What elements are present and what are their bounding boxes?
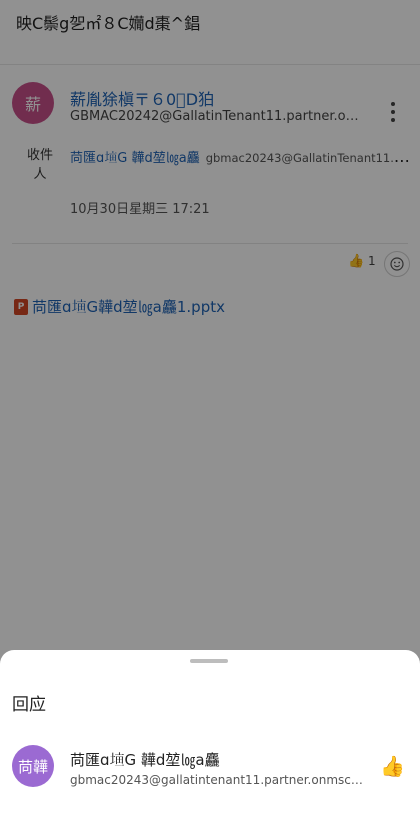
sheet-drag-handle[interactable]	[190, 659, 228, 663]
reactor-email: gbmac20243@gallatintenant11.partner.onms…	[70, 773, 366, 787]
thumbs-up-icon: 👍	[380, 754, 405, 778]
sheet-title: 回应	[12, 695, 46, 715]
reactions-bottom-sheet: 回应 苘韡 苘匯ɑ𡍠G 韡d堃㏒a麤 gbmac20243@gallatinte…	[0, 650, 420, 829]
reactor-name: 苘匯ɑ𡍠G 韡d堃㏒a麤	[70, 751, 220, 769]
reactor-avatar: 苘韡	[12, 745, 54, 787]
